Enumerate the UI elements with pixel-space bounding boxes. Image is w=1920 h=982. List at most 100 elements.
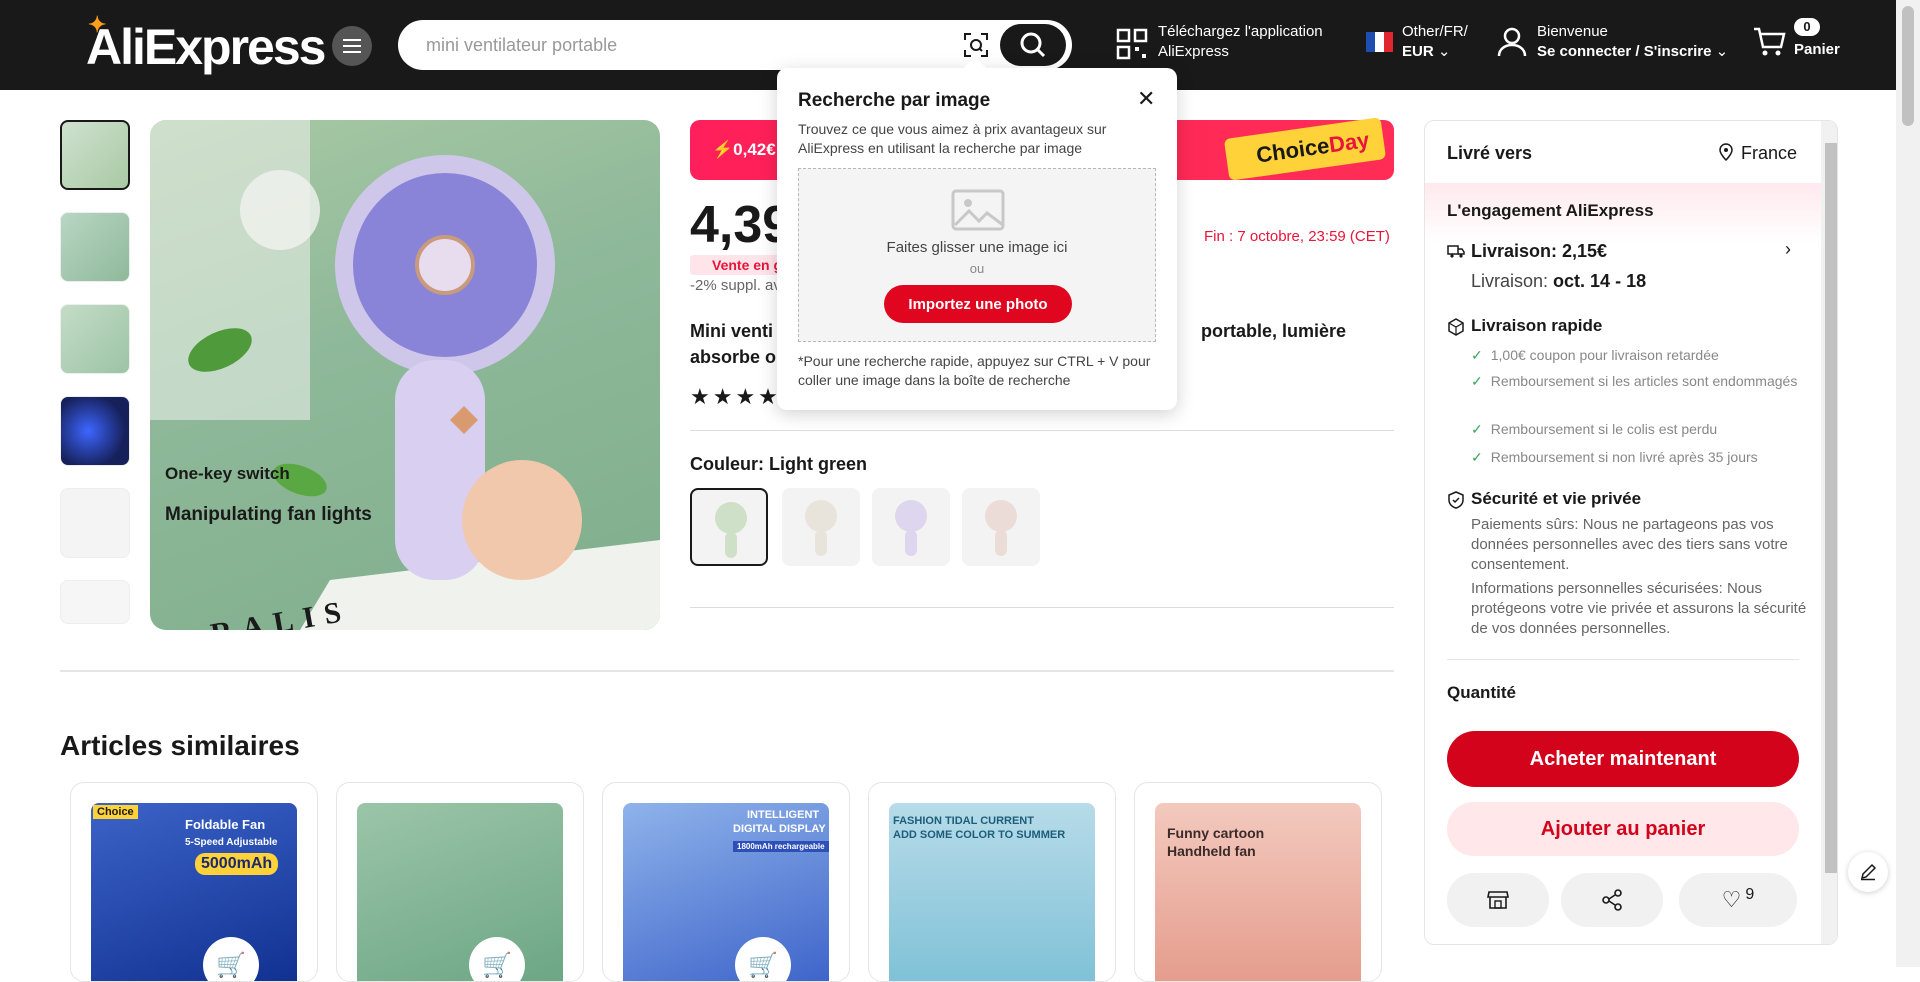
color-swatch[interactable] xyxy=(782,488,860,566)
similar-product-card[interactable]: Choice Foldable Fan 5-Speed Adjustable 5… xyxy=(70,782,318,982)
fan-swatch-icon xyxy=(805,500,837,556)
truck-icon xyxy=(1447,245,1465,258)
locale-selector[interactable]: Other/FR/ EUR ⌄ xyxy=(1402,22,1468,62)
cart-label[interactable]: Panier xyxy=(1794,40,1840,60)
guarantee-item: ✓ Remboursement si non livré après 35 jou… xyxy=(1471,447,1801,467)
france-flag-icon xyxy=(1366,32,1393,52)
card-text: 1800mAh rechargeable xyxy=(733,841,829,852)
chevron-down-icon: ⌄ xyxy=(1715,43,1729,60)
check-icon: ✓ xyxy=(1471,449,1483,465)
image-search-popup: Recherche par image ✕ Trouvez ce que vou… xyxy=(777,68,1177,410)
store-button[interactable] xyxy=(1447,873,1549,927)
product-image: Funny cartoon Handheld fan xyxy=(1155,803,1361,981)
thumbnail-item[interactable] xyxy=(60,580,130,624)
currency-label: EUR xyxy=(1402,43,1434,60)
chevron-right-icon[interactable]: › xyxy=(1785,239,1791,260)
color-swatch[interactable] xyxy=(690,488,768,566)
feedback-button[interactable] xyxy=(1848,852,1888,892)
thumbnail-item[interactable] xyxy=(60,488,130,558)
drop-text: Faites glisser une image ici xyxy=(886,239,1068,256)
guarantee-text: 1,00€ coupon pour livraison retardée xyxy=(1490,347,1719,363)
choiceday-tag: ChoiceDay xyxy=(1224,117,1387,181)
panel-scrollbar-thumb[interactable] xyxy=(1825,143,1837,873)
share-button[interactable] xyxy=(1561,873,1663,927)
search-button[interactable] xyxy=(1000,24,1066,66)
camera-search-icon[interactable] xyxy=(963,32,989,58)
product-image: INTELLIGENT DIGITAL DISPLAY 1800mAh rech… xyxy=(623,803,829,981)
color-swatch[interactable] xyxy=(872,488,950,566)
guarantee-text: Remboursement si les articles sont endom… xyxy=(1490,373,1798,389)
shipping-price[interactable]: Livraison: 2,15€ xyxy=(1471,241,1607,262)
fan-swatch-icon xyxy=(895,500,927,556)
pencil-icon xyxy=(1860,863,1877,881)
engagement-title: L'engagement AliExpress xyxy=(1447,201,1654,220)
check-icon: ✓ xyxy=(1471,347,1483,363)
sale-badge-text: Vente en g xyxy=(712,257,783,273)
menu-button[interactable] xyxy=(332,26,372,66)
cart-icon[interactable] xyxy=(1752,26,1786,58)
card-text: 5000mAh xyxy=(195,853,279,875)
card-text: Funny cartoon xyxy=(1167,825,1265,841)
box-icon xyxy=(1448,318,1464,336)
user-icon[interactable] xyxy=(1497,26,1527,58)
shield-icon xyxy=(1448,491,1464,509)
import-photo-button[interactable]: Importez une photo xyxy=(884,285,1072,323)
similar-product-card[interactable]: 🛒 xyxy=(336,782,584,982)
page-scrollbar-thumb[interactable] xyxy=(1902,6,1914,126)
locale-line1: Other/FR/ xyxy=(1402,23,1468,40)
wishlist-button[interactable]: ♡ 9 xyxy=(1679,873,1797,927)
section-divider xyxy=(60,670,1394,672)
location-pin-icon xyxy=(1719,143,1733,161)
choice-badge: Choice xyxy=(93,805,138,819)
signin-link: Se connecter / S'inscrire xyxy=(1537,43,1712,60)
sale-badge: Vente en g xyxy=(690,255,789,275)
similar-product-card[interactable]: INTELLIGENT DIGITAL DISPLAY 1800mAh rech… xyxy=(602,782,850,982)
guarantee-text: Remboursement si non livré après 35 jour… xyxy=(1490,449,1758,465)
product-image: Choice Foldable Fan 5-Speed Adjustable 5… xyxy=(91,803,297,981)
thumbnail-item[interactable] xyxy=(60,304,130,374)
download-app-link[interactable]: Téléchargez l'application AliExpress xyxy=(1158,22,1323,62)
purchase-panel: Livré vers France L'engagement AliExpres… xyxy=(1424,120,1838,945)
color-swatch[interactable] xyxy=(962,488,1040,566)
product-main-image[interactable]: One-key switch Manipulating fan lights R… xyxy=(150,120,660,630)
image-placeholder-icon xyxy=(951,189,1005,231)
close-icon[interactable]: ✕ xyxy=(1137,88,1155,110)
account-menu[interactable]: Bienvenue Se connecter / S'inscrire ⌄ xyxy=(1537,22,1728,62)
thumbnail-list xyxy=(60,120,132,646)
buy-now-button[interactable]: Acheter maintenant xyxy=(1447,731,1799,787)
search-input[interactable] xyxy=(426,20,946,70)
thumbnail-item[interactable] xyxy=(60,120,130,190)
store-icon xyxy=(1487,891,1509,909)
card-text: DIGITAL DISPLAY xyxy=(733,823,826,835)
logo-text: AliExpress xyxy=(86,19,326,75)
card-text: INTELLIGENT xyxy=(747,809,820,821)
app-line1: Téléchargez l'application xyxy=(1158,23,1323,40)
qr-code-icon[interactable] xyxy=(1116,28,1148,60)
paste-hint: *Pour une recherche rapide, appuyez sur … xyxy=(798,353,1151,388)
app-line2: AliExpress xyxy=(1158,43,1229,60)
security-text-1: Paiements sûrs: Nous ne partageons pas v… xyxy=(1471,516,1788,573)
title-part-b: portable, lumière xyxy=(1201,321,1347,341)
page-scrollbar[interactable] xyxy=(1896,0,1920,967)
engagement-section: L'engagement AliExpress Livraison: 2,15€… xyxy=(1425,183,1821,703)
security-text-2: Informations personnelles sécurisées: No… xyxy=(1471,580,1807,637)
thumbnail-item[interactable] xyxy=(60,212,130,282)
product-image xyxy=(357,803,563,981)
add-to-cart-button[interactable]: Ajouter au panier xyxy=(1447,802,1799,856)
guarantee-item: ✓ 1,00€ coupon pour livraison retardée xyxy=(1471,345,1801,365)
ship-country[interactable]: France xyxy=(1741,143,1797,164)
similar-product-card[interactable]: Funny cartoon Handheld fan xyxy=(1134,782,1382,982)
surcharge-text: -2% suppl. av xyxy=(690,277,781,294)
chevron-down-icon: ⌄ xyxy=(1437,43,1451,60)
delivery-label: Livraison: xyxy=(1471,271,1554,291)
title-line-2: absorbe o xyxy=(690,347,777,367)
fan-swatch-icon xyxy=(715,502,747,558)
aliexpress-logo[interactable]: ✦ AliExpress xyxy=(86,12,326,76)
thumbnail-item[interactable] xyxy=(60,396,130,466)
similar-product-card[interactable]: FASHION TIDAL CURRENT ADD SOME COLOR TO … xyxy=(868,782,1116,982)
image-dropzone[interactable]: Faites glisser une image ici ou Importez… xyxy=(798,168,1156,342)
ship-to-label: Livré vers xyxy=(1447,143,1533,163)
lightning-icon: ⚡ xyxy=(712,140,734,159)
product-image: FASHION TIDAL CURRENT ADD SOME COLOR TO … xyxy=(889,803,1095,981)
cart-count-badge: 0 xyxy=(1794,18,1820,36)
